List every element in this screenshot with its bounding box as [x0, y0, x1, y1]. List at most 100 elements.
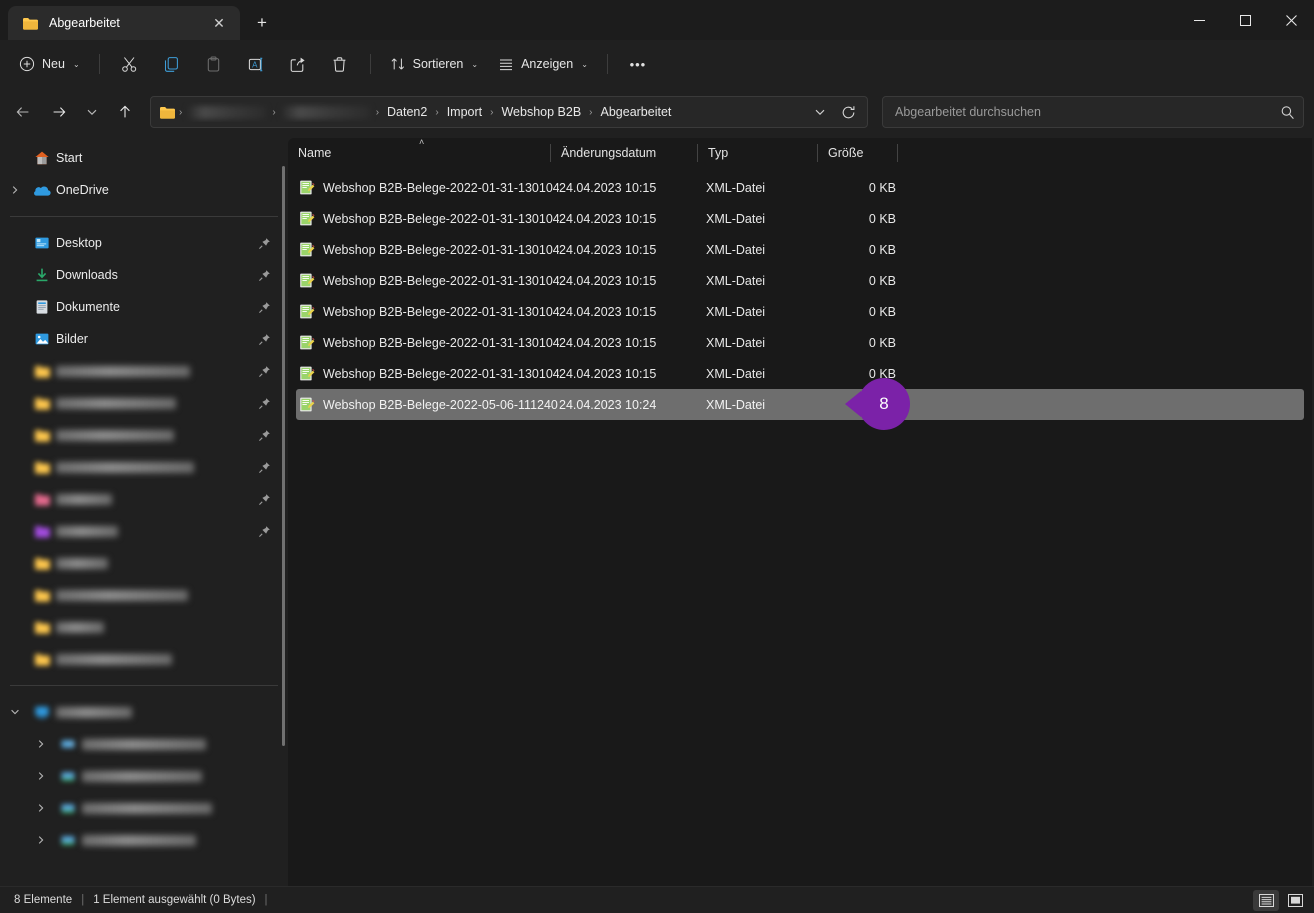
chevron-right-icon[interactable] — [28, 739, 54, 749]
pin-icon[interactable] — [256, 331, 272, 347]
file-size-cell: 0 KB — [868, 180, 896, 195]
rename-icon: A — [247, 56, 264, 73]
breadcrumb-chevron-down-icon[interactable] — [807, 98, 833, 126]
xml-file-icon — [298, 365, 315, 382]
search-box[interactable] — [882, 96, 1304, 128]
chevron-right-icon[interactable] — [28, 771, 54, 781]
delete-button[interactable] — [320, 48, 360, 80]
paste-button[interactable] — [194, 48, 234, 80]
forward-button[interactable] — [42, 96, 76, 128]
sidebar-item-downloads[interactable]: Downloads — [2, 259, 280, 291]
sidebar-item-dokumente[interactable]: Dokumente — [2, 291, 280, 323]
pin-icon[interactable] — [256, 459, 272, 475]
breadcrumb-item-webshop-b2b[interactable]: Webshop B2B — [495, 102, 587, 122]
breadcrumb-bar[interactable]: › › › Daten2 › Import › Webshop B2B › Ab… — [150, 96, 868, 128]
chevron-right-icon[interactable] — [2, 185, 28, 195]
sidebar-item-network-drive-2[interactable] — [2, 792, 280, 824]
minimize-button[interactable] — [1176, 0, 1222, 40]
table-row[interactable]: Webshop B2B-Belege-2022-01-31-130104... … — [296, 296, 1304, 327]
pin-icon[interactable] — [256, 395, 272, 411]
pin-icon[interactable] — [256, 427, 272, 443]
sidebar-item-redacted-10[interactable] — [2, 643, 280, 675]
column-divider[interactable] — [897, 144, 898, 162]
sidebar-item-network-drive-3[interactable] — [2, 824, 280, 856]
sidebar-item-redacted-8[interactable] — [2, 579, 280, 611]
new-button-label: Neu — [42, 57, 65, 71]
chevron-down-icon: ⌄ — [471, 59, 479, 69]
sidebar-item-onedrive[interactable]: OneDrive — [2, 174, 280, 206]
rename-button[interactable]: A — [236, 48, 276, 80]
tab-abgearbeitet[interactable]: Abgearbeitet ✕ — [8, 6, 240, 40]
file-date-cell: 24.04.2023 10:15 — [559, 304, 657, 319]
breadcrumb-item-redacted-1[interactable] — [188, 105, 267, 119]
sidebar-item-label — [56, 653, 172, 665]
pin-icon[interactable] — [256, 491, 272, 507]
sidebar-item-redacted-6[interactable] — [2, 515, 280, 547]
breadcrumb-item-daten2[interactable]: Daten2 — [381, 102, 433, 122]
cut-button[interactable] — [110, 48, 150, 80]
window-controls — [1176, 0, 1314, 40]
copy-button[interactable] — [152, 48, 192, 80]
search-icon[interactable] — [1280, 105, 1295, 120]
close-button[interactable] — [1268, 0, 1314, 40]
back-button[interactable] — [6, 96, 40, 128]
file-type-cell: XML-Datei — [706, 273, 766, 288]
breadcrumb-item-import[interactable]: Import — [441, 102, 488, 122]
title-bar: Abgearbeitet ✕ + — [0, 0, 1314, 40]
column-header-name[interactable]: Name ˄ — [288, 137, 551, 168]
new-button[interactable]: Neu ⌄ — [10, 48, 89, 80]
paste-icon — [205, 55, 222, 73]
sort-button[interactable]: Sortieren ⌄ — [381, 48, 487, 80]
pin-icon[interactable] — [256, 363, 272, 379]
table-row-selected[interactable]: Webshop B2B-Belege-2022-05-06-111240... … — [296, 378, 1304, 430]
chevron-right-icon[interactable] — [28, 835, 54, 845]
chevron-down-icon[interactable] — [2, 707, 28, 717]
sidebar-item-redacted-9[interactable] — [2, 611, 280, 643]
breadcrumb-item-abgearbeitet[interactable]: Abgearbeitet — [595, 102, 678, 122]
chevron-right-icon[interactable] — [28, 803, 54, 813]
table-row[interactable]: Webshop B2B-Belege-2022-01-31-130104... … — [296, 234, 1304, 265]
details-view-button[interactable] — [1253, 889, 1279, 911]
sidebar-item-redacted-4[interactable] — [2, 451, 280, 483]
table-row[interactable]: Webshop B2B-Belege-2022-01-31-130104... … — [296, 203, 1304, 234]
search-input[interactable] — [895, 105, 1280, 119]
folder-icon — [28, 396, 56, 411]
recent-locations-button[interactable] — [78, 96, 106, 128]
pin-icon[interactable] — [256, 267, 272, 283]
column-header-type[interactable]: Typ — [698, 138, 818, 168]
sidebar-item-redacted-2[interactable] — [2, 387, 280, 419]
sidebar-item-desktop[interactable]: Desktop — [2, 227, 280, 259]
table-row[interactable]: Webshop B2B-Belege-2022-01-31-130104... … — [296, 327, 1304, 358]
file-date-cell: 24.04.2023 10:15 — [559, 335, 657, 350]
sidebar-item-network-drive-1[interactable] — [2, 760, 280, 792]
sidebar-item-this-pc[interactable] — [2, 696, 280, 728]
refresh-button[interactable] — [833, 98, 863, 126]
column-header-date[interactable]: Änderungsdatum — [551, 138, 698, 168]
sidebar-item-redacted-3[interactable] — [2, 419, 280, 451]
breadcrumb-item-redacted-2[interactable] — [281, 105, 370, 119]
file-date-cell: 24.04.2023 10:15 — [559, 180, 657, 195]
sidebar-item-redacted-7[interactable] — [2, 547, 280, 579]
sidebar-item-bilder[interactable]: Bilder — [2, 323, 280, 355]
sidebar-scrollbar[interactable] — [282, 166, 285, 746]
sidebar-item-redacted-1[interactable] — [2, 355, 280, 387]
table-row[interactable]: Webshop B2B-Belege-2022-01-31-130104... … — [296, 172, 1304, 203]
sidebar-item-local-disk[interactable] — [2, 728, 280, 760]
sidebar-item-start[interactable]: Start — [2, 142, 280, 174]
sidebar-item-redacted-5[interactable] — [2, 483, 280, 515]
maximize-button[interactable] — [1222, 0, 1268, 40]
column-header-size[interactable]: Größe — [818, 138, 898, 168]
table-row[interactable]: Webshop B2B-Belege-2022-01-31-130104... … — [296, 265, 1304, 296]
table-row[interactable]: Webshop B2B-Belege-2022-01-31-130104... … — [296, 358, 1304, 389]
tab-close-icon[interactable]: ✕ — [206, 11, 232, 35]
pin-icon[interactable] — [256, 299, 272, 315]
up-button[interactable] — [108, 96, 142, 128]
pin-icon[interactable] — [256, 235, 272, 251]
pin-icon[interactable] — [256, 523, 272, 539]
share-button[interactable] — [278, 48, 318, 80]
large-icons-view-button[interactable] — [1282, 890, 1308, 911]
view-button[interactable]: Anzeigen ⌄ — [489, 48, 597, 80]
more-options-button[interactable]: ••• — [618, 48, 658, 80]
plus-circle-icon — [19, 56, 35, 72]
new-tab-button[interactable]: + — [246, 7, 278, 39]
